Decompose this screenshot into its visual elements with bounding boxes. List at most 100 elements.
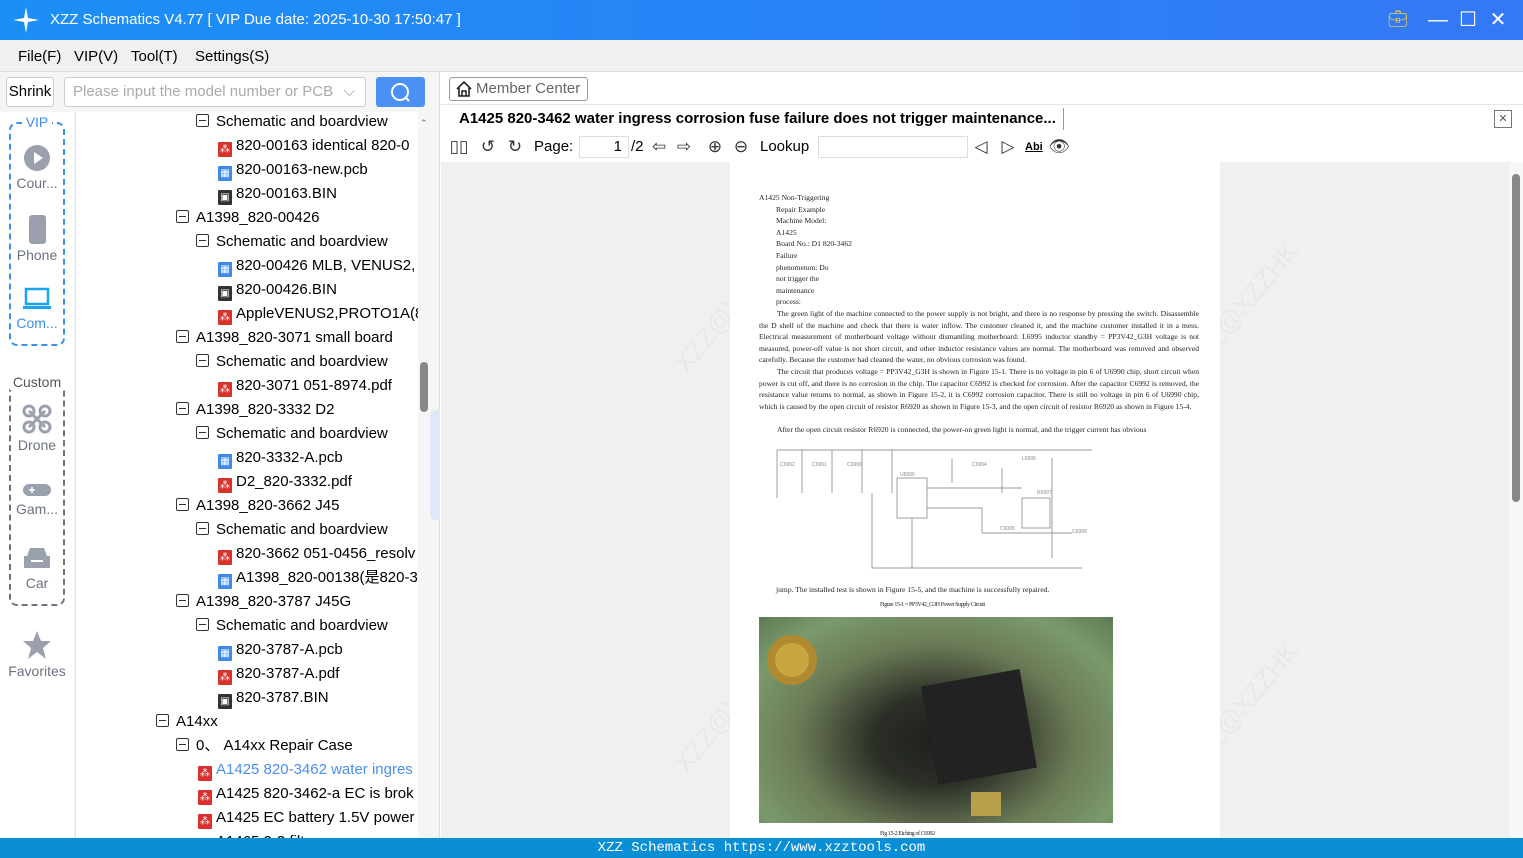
tree-file[interactable]: ⁂ A1425 820-3462-a EC is brok xyxy=(198,783,414,807)
tree-scrollbar[interactable]: ⌃ xyxy=(418,112,430,838)
close-button[interactable]: ✕ xyxy=(1486,8,1510,32)
search-button[interactable] xyxy=(376,77,425,107)
svg-text:C6991: C6991 xyxy=(812,462,827,468)
collapse-icon[interactable] xyxy=(176,498,189,511)
tree-file[interactable]: ⁂ 820-3787-A.pdf xyxy=(218,663,339,687)
tree-folder[interactable]: Schematic and boardview xyxy=(196,112,388,135)
collapse-icon[interactable] xyxy=(196,426,209,439)
tree-file[interactable]: ▦ A1398_820-00138(是820-3 xyxy=(218,567,418,591)
tree-folder[interactable]: A1398_820-00426 xyxy=(176,207,319,231)
previous-page-icon[interactable]: ⇦ xyxy=(648,136,670,158)
pcb-file-icon: ▦ xyxy=(218,262,232,277)
tree-folder[interactable]: A1398_820-3071 small board xyxy=(176,327,393,351)
sidebar-item-phone[interactable]: Phone xyxy=(0,214,74,263)
binoculars-icon[interactable]: 👁︎ xyxy=(1048,136,1070,158)
header-line: A1425 Non-Triggering xyxy=(759,193,830,202)
zoom-in-icon[interactable]: ⊕ xyxy=(704,136,726,158)
maximize-button[interactable]: ☐ xyxy=(1456,8,1480,32)
rotate-right-icon[interactable]: ↻ xyxy=(504,136,526,158)
tree-folder[interactable]: Schematic and boardview xyxy=(196,519,388,543)
two-page-view-icon[interactable]: ▯▯ xyxy=(448,136,470,158)
menu-file[interactable]: File(F) xyxy=(18,48,61,65)
sidebar-item-favorites[interactable]: Favorites xyxy=(0,630,74,679)
collapse-icon[interactable] xyxy=(176,210,189,223)
collapse-panel-handle[interactable] xyxy=(430,410,440,520)
page-number-input[interactable]: 1 xyxy=(579,136,629,158)
tree-folder[interactable]: A14xx xyxy=(156,711,218,735)
shrink-button[interactable]: Shrink xyxy=(6,77,54,107)
sidebar-item-computer[interactable]: Com... xyxy=(0,286,74,331)
match-case-icon[interactable]: Abi xyxy=(1025,136,1043,158)
menu-vip[interactable]: VIP(V) xyxy=(74,48,118,65)
member-center-button[interactable]: Member Center xyxy=(449,77,588,101)
rotate-left-icon[interactable]: ↺ xyxy=(477,136,499,158)
document-viewport[interactable]: XZZ@XZZHK XZZ@XZZHK XZZ@XZZHK XZZ@XZZHK … xyxy=(441,162,1509,838)
chevron-down-icon[interactable]: ⌵ xyxy=(344,78,355,106)
collapse-icon[interactable] xyxy=(176,738,189,751)
tree-folder[interactable]: A1398_820-3787 J45G xyxy=(176,591,351,615)
tree-file[interactable]: ⁂ A1425 EC battery 1.5V power xyxy=(198,807,414,831)
tree-folder[interactable]: Schematic and boardview xyxy=(196,231,388,255)
document-title-tab[interactable]: A1425 820-3462 water ingress corrosion f… xyxy=(459,110,1056,127)
next-page-icon[interactable]: ⇨ xyxy=(673,136,695,158)
tree-item-label: A1398_820-3662 J45 xyxy=(196,497,340,514)
tree-file[interactable]: ⁂ D2_820-3332.pdf xyxy=(218,471,352,495)
close-tab-icon[interactable]: ✕ xyxy=(1494,110,1512,128)
header-line: Failure xyxy=(776,250,798,260)
sidebar-item-car[interactable]: Car xyxy=(0,546,74,591)
collapse-icon[interactable] xyxy=(196,114,209,127)
tree-folder[interactable]: Schematic and boardview xyxy=(196,423,388,447)
find-previous-icon[interactable]: ◁ xyxy=(970,136,992,158)
collapse-icon[interactable] xyxy=(156,714,169,727)
search-placeholder: Please input the model number or PCB xyxy=(73,83,334,100)
tree-file[interactable]: ⁂A1465 2-3 filter ... xyxy=(198,831,334,838)
zoom-out-icon[interactable]: ⊖ xyxy=(730,136,752,158)
tree-file[interactable]: ⁂ 820-3662 051-0456_resolv xyxy=(218,543,415,567)
tree-file[interactable]: ▦ 820-00426 MLB, VENUS2, xyxy=(218,255,415,279)
tree-file[interactable]: ▦ 820-3787-A.pcb xyxy=(218,639,343,663)
board-photo xyxy=(759,617,1113,823)
tree-file[interactable]: ▣ 820-00163.BIN xyxy=(218,183,337,207)
document-scroll-thumb[interactable] xyxy=(1512,174,1520,502)
tree-folder[interactable]: 0、 A14xx Repair Case xyxy=(176,735,353,759)
collapse-icon[interactable] xyxy=(196,234,209,247)
model-search-input[interactable]: Please input the model number or PCB ⌵ xyxy=(64,77,366,107)
tree-file[interactable]: ▣ 820-00426.BIN xyxy=(218,279,337,303)
minimize-button[interactable]: — xyxy=(1426,8,1450,32)
tree-folder[interactable]: A1398_820-3662 J45 xyxy=(176,495,339,519)
menu-tool[interactable]: Tool(T) xyxy=(131,48,178,65)
tree-file[interactable]: ⁂ AppleVENUS2,PROTO1A(8 xyxy=(218,303,418,327)
tree-file[interactable]: ⁂ A1425 820-3462 water ingres xyxy=(198,759,413,783)
tree-file[interactable]: ▦ 820-00163-new.pcb xyxy=(218,159,368,183)
sidebar-item-drone[interactable]: Drone xyxy=(0,404,74,453)
tree-file[interactable]: ⁂ 820-00163 identical 820-0 xyxy=(218,135,409,159)
scroll-up-icon[interactable]: ⌃ xyxy=(420,118,428,129)
laptop-icon xyxy=(23,287,51,309)
document-scrollbar[interactable] xyxy=(1509,162,1523,838)
collapse-icon[interactable] xyxy=(196,354,209,367)
menu-settings[interactable]: Settings(S) xyxy=(195,48,269,65)
collapse-icon[interactable] xyxy=(176,402,189,415)
header-line: not trigger the xyxy=(776,274,820,284)
tree-item-label: A14xx xyxy=(176,713,218,730)
paragraph: The circuit that produces voltage = PP3V… xyxy=(759,367,1199,411)
briefcase-icon[interactable]: 💼︎ xyxy=(1386,8,1410,32)
collapse-icon[interactable] xyxy=(176,594,189,607)
lookup-input[interactable] xyxy=(818,136,968,158)
document-page: A1425 Non-Triggering Repair Example Machin… xyxy=(730,162,1220,838)
tree-folder[interactable]: Schematic and boardview xyxy=(196,351,388,375)
tree-scroll-thumb[interactable] xyxy=(420,362,428,412)
collapse-icon[interactable] xyxy=(176,330,189,343)
sidebar-item-games[interactable]: Gam... xyxy=(0,482,74,517)
svg-text:C6999: C6999 xyxy=(1072,529,1087,535)
tree-file[interactable]: ▣ 820-3787.BIN xyxy=(218,687,329,711)
tree-file[interactable]: ⁂ 820-3071 051-8974.pdf xyxy=(218,375,392,399)
sidebar-item-courses[interactable]: Cour... xyxy=(0,144,74,191)
tree-folder[interactable]: Schematic and boardview xyxy=(196,615,388,639)
find-next-icon[interactable]: ▷ xyxy=(997,136,1019,158)
tree-file[interactable]: ▦ 820-3332-A.pcb xyxy=(218,447,343,471)
gamepad-icon xyxy=(23,484,51,496)
tree-folder[interactable]: A1398_820-3332 D2 xyxy=(176,399,334,423)
collapse-icon[interactable] xyxy=(196,618,209,631)
collapse-icon[interactable] xyxy=(196,522,209,535)
